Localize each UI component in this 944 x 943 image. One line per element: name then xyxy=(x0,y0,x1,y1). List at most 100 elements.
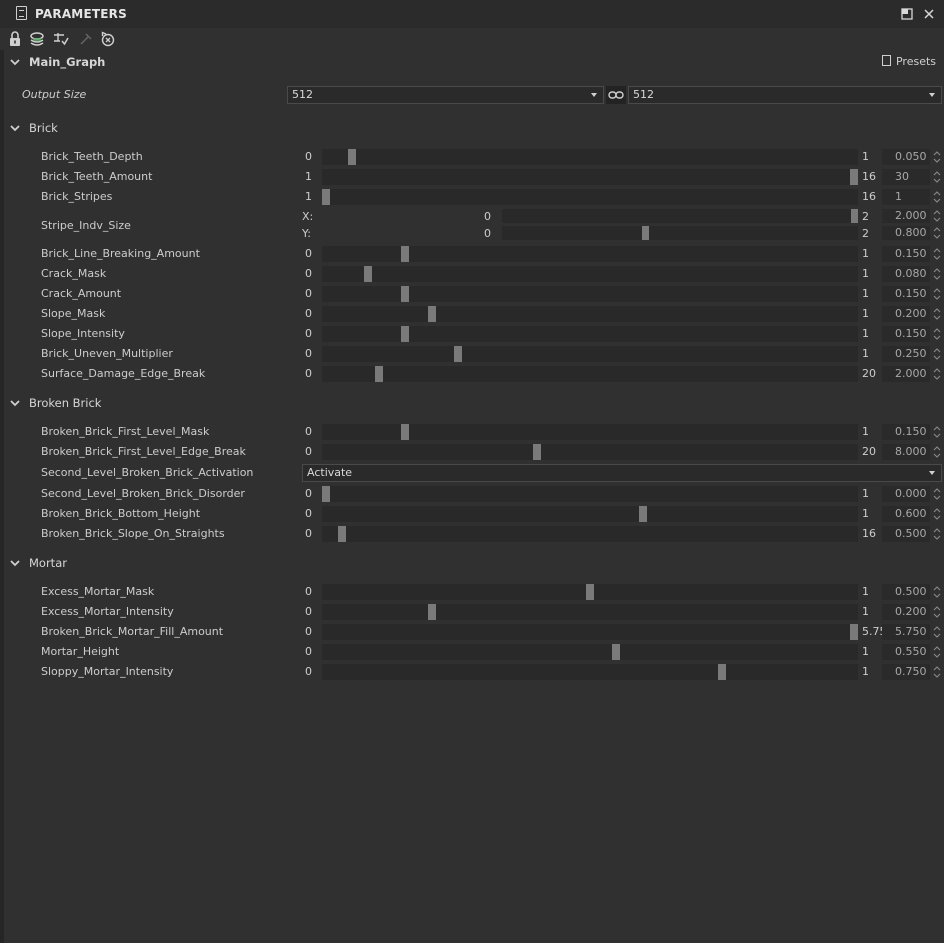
spinner-icon[interactable] xyxy=(932,444,942,460)
x-value-field[interactable]: 2.000 xyxy=(882,209,930,223)
y-value-field[interactable]: 0.800 xyxy=(882,226,930,240)
spinner-icon[interactable] xyxy=(932,644,942,660)
value-field[interactable]: 0.200 xyxy=(882,604,930,620)
section-broken-brick[interactable]: Broken Brick xyxy=(0,393,944,413)
slider-thumb[interactable] xyxy=(850,169,858,185)
spinner-icon[interactable] xyxy=(932,604,942,620)
slider-track[interactable] xyxy=(322,169,858,185)
slider-thumb[interactable] xyxy=(718,664,726,680)
value-field[interactable]: 0.000 xyxy=(882,486,930,502)
chevron-down-icon[interactable] xyxy=(9,56,21,68)
value-field[interactable]: 0.150 xyxy=(882,246,930,262)
slider-track[interactable] xyxy=(322,189,858,205)
slider-track[interactable] xyxy=(322,526,858,542)
value-field[interactable]: 0.150 xyxy=(882,326,930,342)
value-field[interactable]: 8.000 xyxy=(882,444,930,460)
slider-thumb[interactable] xyxy=(338,526,346,542)
x-slider-track[interactable] xyxy=(502,209,858,223)
spinner-icon[interactable] xyxy=(932,584,942,600)
slider-track[interactable] xyxy=(322,286,858,302)
slider-thumb[interactable] xyxy=(533,444,541,460)
reset-icon[interactable] xyxy=(99,30,117,48)
spinner-icon[interactable] xyxy=(932,346,942,362)
value-field[interactable]: 0.050 xyxy=(882,149,930,165)
value-field[interactable]: 0.500 xyxy=(882,584,930,600)
value-field[interactable]: 0.150 xyxy=(882,424,930,440)
slider-track[interactable] xyxy=(322,306,858,322)
slider-thumb[interactable] xyxy=(428,306,436,322)
output-size-x-dropdown[interactable]: 512 xyxy=(287,86,604,104)
close-icon[interactable] xyxy=(922,7,936,21)
slider-thumb[interactable] xyxy=(401,286,409,302)
slider-thumb[interactable] xyxy=(612,644,620,660)
slider-track[interactable] xyxy=(322,149,858,165)
slider-thumb[interactable] xyxy=(322,486,330,502)
slider-thumb[interactable] xyxy=(454,346,462,362)
y-slider-track[interactable] xyxy=(502,226,858,240)
slider-thumb[interactable] xyxy=(401,246,409,262)
value-field[interactable]: 0.550 xyxy=(882,644,930,660)
slider-track[interactable] xyxy=(322,444,858,460)
spinner-icon[interactable] xyxy=(932,169,942,185)
spinner-icon[interactable] xyxy=(932,149,942,165)
spinner-icon[interactable] xyxy=(932,209,942,223)
slider-thumb[interactable] xyxy=(428,604,436,620)
spinner-icon[interactable] xyxy=(932,266,942,282)
slider-thumb[interactable] xyxy=(375,366,383,382)
value-field[interactable]: 5.750 xyxy=(882,624,930,640)
x-slider-thumb[interactable] xyxy=(851,209,858,223)
slider-thumb[interactable] xyxy=(401,326,409,342)
slider-track[interactable] xyxy=(322,266,858,282)
spinner-icon[interactable] xyxy=(932,306,942,322)
slider-track[interactable] xyxy=(322,604,858,620)
spinner-icon[interactable] xyxy=(932,326,942,342)
output-size-y-dropdown[interactable]: 512 xyxy=(628,86,942,104)
maximize-icon[interactable] xyxy=(900,7,914,21)
slider-track[interactable] xyxy=(322,506,858,522)
slider-track[interactable] xyxy=(322,346,858,362)
lock-icon[interactable] xyxy=(6,30,24,48)
slider-track[interactable] xyxy=(322,644,858,660)
chevron-down-icon[interactable] xyxy=(9,557,21,569)
slider-track[interactable] xyxy=(322,246,858,262)
slider-thumb[interactable] xyxy=(401,424,409,440)
section-brick[interactable]: Brick xyxy=(0,118,944,138)
spinner-icon[interactable] xyxy=(932,189,942,205)
spinner-icon[interactable] xyxy=(932,526,942,542)
slider-track[interactable] xyxy=(322,664,858,680)
value-field[interactable]: 0.150 xyxy=(882,286,930,302)
slider-track[interactable] xyxy=(322,584,858,600)
slider-track[interactable] xyxy=(322,326,858,342)
section-main-graph[interactable]: Main_Graph Presets xyxy=(0,52,944,72)
spinner-icon[interactable] xyxy=(932,664,942,680)
spinner-icon[interactable] xyxy=(932,246,942,262)
spinner-icon[interactable] xyxy=(932,226,942,240)
slider-track[interactable] xyxy=(322,486,858,502)
pin-icon[interactable] xyxy=(77,30,95,48)
layers-icon[interactable] xyxy=(28,30,46,48)
spinner-icon[interactable] xyxy=(932,424,942,440)
presets-button[interactable]: Presets xyxy=(881,55,936,68)
value-field[interactable]: 0.600 xyxy=(882,506,930,522)
slider-thumb[interactable] xyxy=(348,149,356,165)
value-field[interactable]: 0.200 xyxy=(882,306,930,322)
slider-thumb[interactable] xyxy=(322,189,330,205)
value-field[interactable]: 1 xyxy=(882,189,930,205)
section-mortar[interactable]: Mortar xyxy=(0,553,944,573)
link-icon[interactable] xyxy=(606,86,626,104)
value-field[interactable]: 0.500 xyxy=(882,526,930,542)
spinner-icon[interactable] xyxy=(932,366,942,382)
value-field[interactable]: 2.000 xyxy=(882,366,930,382)
spinner-icon[interactable] xyxy=(932,506,942,522)
slider-thumb[interactable] xyxy=(639,506,647,522)
value-field[interactable]: 30 xyxy=(882,169,930,185)
slider-track[interactable] xyxy=(322,624,858,640)
chevron-down-icon[interactable] xyxy=(9,397,21,409)
value-field[interactable]: 0.250 xyxy=(882,346,930,362)
spinner-icon[interactable] xyxy=(932,286,942,302)
slider-thumb[interactable] xyxy=(586,584,594,600)
pin-list-icon[interactable] xyxy=(52,30,70,48)
slider-track[interactable] xyxy=(322,366,858,382)
value-field[interactable]: 0.080 xyxy=(882,266,930,282)
slider-thumb[interactable] xyxy=(364,266,372,282)
